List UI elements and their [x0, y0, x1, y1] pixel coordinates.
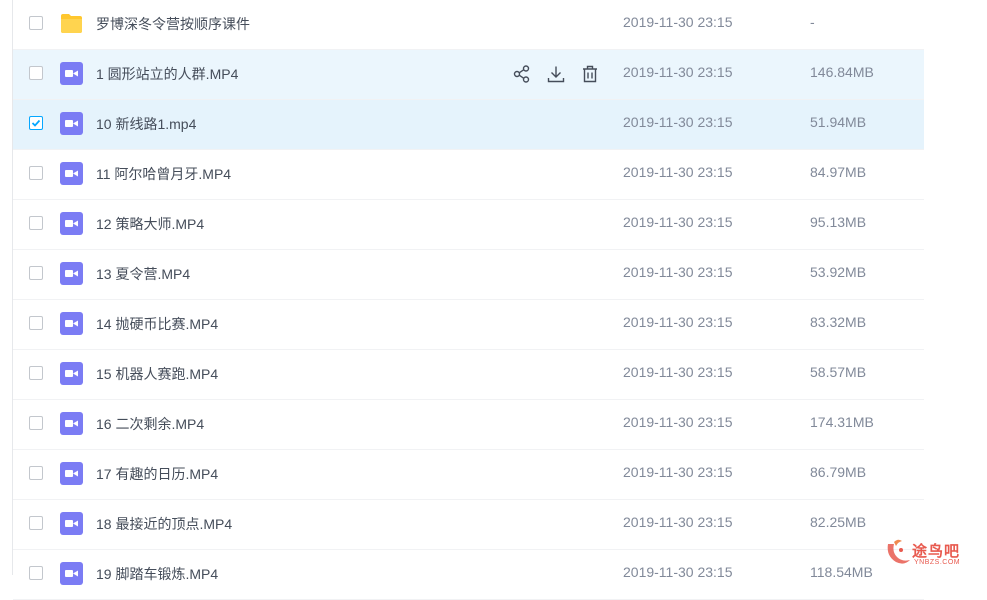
video-file-icon: [60, 62, 83, 85]
table-row[interactable]: 11 阿尔哈曾月牙.MP4 2019-11-30 23:15 84.97MB: [13, 150, 924, 200]
table-row[interactable]: 1 圆形站立的人群.MP4 2019-11-30 23:15 146.84MB: [13, 50, 924, 100]
row-checkbox[interactable]: [29, 566, 43, 580]
table-row[interactable]: 17 有趣的日历.MP4 2019-11-30 23:15 86.79MB: [13, 450, 924, 500]
row-checkbox[interactable]: [29, 316, 43, 330]
file-name[interactable]: 14 抛硬币比赛.MP4: [96, 314, 218, 334]
row-checkbox[interactable]: [29, 366, 43, 380]
file-size: 82.25MB: [810, 514, 867, 530]
table-row[interactable]: 14 抛硬币比赛.MP4 2019-11-30 23:15 83.32MB: [13, 300, 924, 350]
file-name[interactable]: 1 圆形站立的人群.MP4: [96, 64, 238, 84]
video-file-icon: [60, 162, 83, 185]
file-modified-time: 2019-11-30 23:15: [623, 514, 733, 530]
file-modified-time: 2019-11-30 23:15: [623, 264, 733, 280]
video-file-icon: [60, 512, 83, 535]
file-modified-time: 2019-11-30 23:15: [623, 564, 733, 580]
file-size: 86.79MB: [810, 464, 867, 480]
video-file-icon: [60, 462, 83, 485]
row-checkbox[interactable]: [29, 266, 43, 280]
table-row[interactable]: 19 脚踏车锻炼.MP4 2019-11-30 23:15 118.54MB: [13, 550, 924, 600]
row-checkbox[interactable]: [29, 516, 43, 530]
file-name[interactable]: 10 新线路1.mp4: [96, 114, 196, 134]
table-row[interactable]: 15 机器人赛跑.MP4 2019-11-30 23:15 58.57MB: [13, 350, 924, 400]
table-row[interactable]: 16 二次剩余.MP4 2019-11-30 23:15 174.31MB: [13, 400, 924, 450]
file-size: 53.92MB: [810, 264, 867, 280]
file-name[interactable]: 16 二次剩余.MP4: [96, 414, 204, 434]
file-name[interactable]: 18 最接近的顶点.MP4: [96, 514, 232, 534]
file-size: 84.97MB: [810, 164, 867, 180]
file-name[interactable]: 12 策略大师.MP4: [96, 214, 204, 234]
file-name[interactable]: 13 夏令营.MP4: [96, 264, 190, 284]
file-modified-time: 2019-11-30 23:15: [623, 64, 733, 80]
row-checkbox[interactable]: [29, 416, 43, 430]
file-size: 118.54MB: [810, 564, 873, 580]
row-checkbox[interactable]: [29, 466, 43, 480]
file-size: -: [810, 14, 815, 30]
row-checkbox[interactable]: [29, 66, 43, 80]
table-row[interactable]: 18 最接近的顶点.MP4 2019-11-30 23:15 82.25MB: [13, 500, 924, 550]
video-file-icon: [60, 312, 83, 335]
folder-icon: [60, 12, 83, 35]
file-size: 174.31MB: [810, 414, 874, 430]
row-checkbox-checked[interactable]: [29, 116, 43, 130]
file-modified-time: 2019-11-30 23:15: [623, 114, 733, 130]
file-modified-time: 2019-11-30 23:15: [623, 414, 733, 430]
download-icon[interactable]: [546, 64, 566, 84]
file-name[interactable]: 19 脚踏车锻炼.MP4: [96, 564, 218, 584]
checkmark-icon: [31, 119, 41, 127]
file-list: 罗博深冬令营按顺序课件 2019-11-30 23:15 - 1 圆形站立的人群…: [13, 0, 924, 600]
file-size: 83.32MB: [810, 314, 867, 330]
video-file-icon: [60, 562, 83, 585]
file-modified-time: 2019-11-30 23:15: [623, 164, 733, 180]
video-file-icon: [60, 262, 83, 285]
file-modified-time: 2019-11-30 23:15: [623, 464, 733, 480]
video-file-icon: [60, 112, 83, 135]
file-name[interactable]: 17 有趣的日历.MP4: [96, 464, 218, 484]
row-checkbox[interactable]: [29, 16, 43, 30]
file-size: 58.57MB: [810, 364, 867, 380]
file-size: 51.94MB: [810, 114, 867, 130]
watermark-text: 途鸟吧: [912, 543, 961, 560]
table-row[interactable]: 10 新线路1.mp4 2019-11-30 23:15 51.94MB: [13, 100, 924, 150]
file-name[interactable]: 15 机器人赛跑.MP4: [96, 364, 218, 384]
row-checkbox[interactable]: [29, 166, 43, 180]
file-modified-time: 2019-11-30 23:15: [623, 314, 733, 330]
row-checkbox[interactable]: [29, 216, 43, 230]
row-actions: [512, 64, 600, 84]
table-row[interactable]: 13 夏令营.MP4 2019-11-30 23:15 53.92MB: [13, 250, 924, 300]
table-row[interactable]: 12 策略大师.MP4 2019-11-30 23:15 95.13MB: [13, 200, 924, 250]
video-file-icon: [60, 362, 83, 385]
file-modified-time: 2019-11-30 23:15: [623, 364, 733, 380]
site-watermark: 途鸟吧 YNBZS.COM: [884, 536, 984, 572]
table-row[interactable]: 罗博深冬令营按顺序课件 2019-11-30 23:15 -: [13, 0, 924, 50]
video-file-icon: [60, 412, 83, 435]
bird-logo-icon: [887, 539, 910, 564]
delete-icon[interactable]: [580, 64, 600, 84]
video-file-icon: [60, 212, 83, 235]
file-name[interactable]: 罗博深冬令营按顺序课件: [96, 14, 250, 34]
file-name[interactable]: 11 阿尔哈曾月牙.MP4: [96, 164, 231, 184]
share-icon[interactable]: [512, 64, 532, 84]
file-size: 95.13MB: [810, 214, 867, 230]
file-size: 146.84MB: [810, 64, 874, 80]
file-modified-time: 2019-11-30 23:15: [623, 14, 733, 30]
file-modified-time: 2019-11-30 23:15: [623, 214, 733, 230]
watermark-subtext: YNBZS.COM: [914, 559, 961, 566]
